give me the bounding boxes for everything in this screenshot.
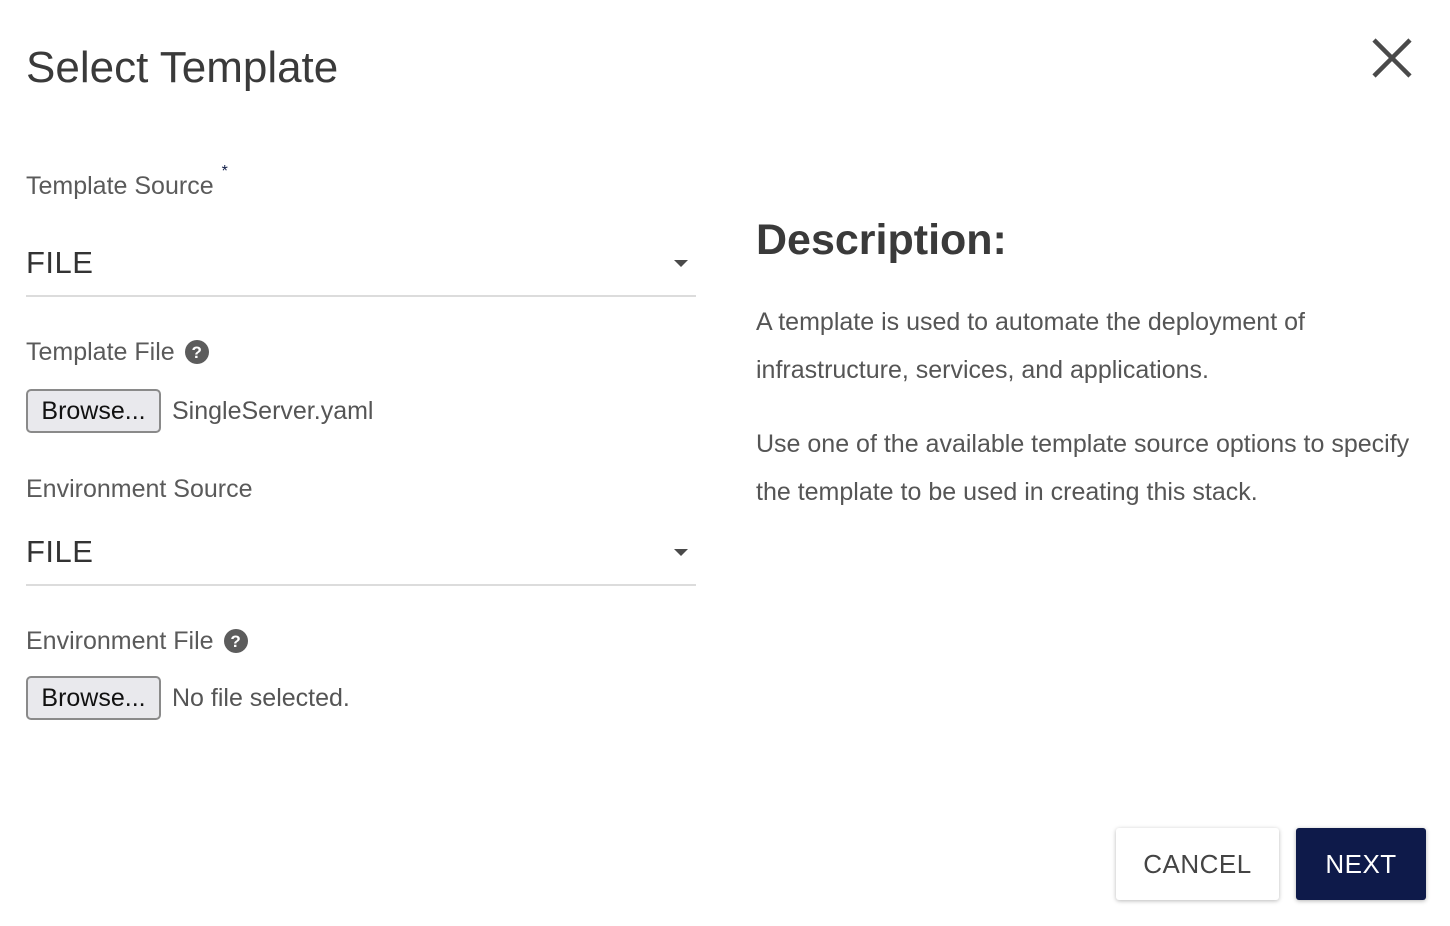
close-button[interactable] — [1366, 32, 1418, 84]
close-icon — [1372, 38, 1412, 78]
description-panel: Description: A template is used to autom… — [756, 212, 1416, 542]
template-file-picker: Browse... SingleServer.yaml — [26, 389, 696, 433]
description-paragraph: Use one of the available template source… — [756, 430, 1410, 506]
template-file-label-text: Template File — [26, 337, 175, 366]
required-indicator: * — [221, 163, 228, 180]
environment-file-picker: Browse... No file selected. — [26, 676, 696, 720]
dialog-title: Select Template — [26, 43, 339, 92]
environment-source-select[interactable]: FILE — [26, 520, 696, 586]
caret-down-icon — [674, 260, 688, 267]
environment-source-label: Environment Source — [26, 473, 696, 505]
environment-file-label-text: Environment File — [26, 626, 214, 655]
select-template-dialog: Select Template Template Source * FILE T… — [0, 0, 1450, 926]
help-circle-icon[interactable]: ? — [223, 629, 248, 653]
environment-source-value: FILE — [26, 534, 94, 569]
help-circle-icon[interactable]: ? — [184, 340, 209, 364]
environment-file-name: No file selected. — [172, 683, 350, 712]
template-source-label-text: Template Source — [26, 171, 214, 200]
template-file-browse-button[interactable]: Browse... — [26, 389, 161, 433]
template-source-label: Template Source * — [26, 163, 696, 202]
environment-file-label: Environment File ? — [26, 625, 696, 657]
form-column: Template Source * FILE Template File ? B… — [26, 163, 696, 720]
environment-file-browse-button[interactable]: Browse... — [26, 676, 161, 720]
description-paragraph: A template is used to automate the deplo… — [756, 308, 1305, 384]
template-source-value: FILE — [26, 245, 94, 280]
environment-source-label-text: Environment Source — [26, 474, 253, 503]
caret-down-icon — [674, 549, 688, 556]
description-heading: Description: — [756, 216, 1007, 264]
template-file-label: Template File ? — [26, 336, 696, 368]
template-file-name: SingleServer.yaml — [172, 396, 374, 425]
next-button[interactable]: NEXT — [1296, 828, 1426, 900]
cancel-button[interactable]: CANCEL — [1116, 828, 1279, 900]
template-source-select[interactable]: FILE — [26, 231, 696, 297]
